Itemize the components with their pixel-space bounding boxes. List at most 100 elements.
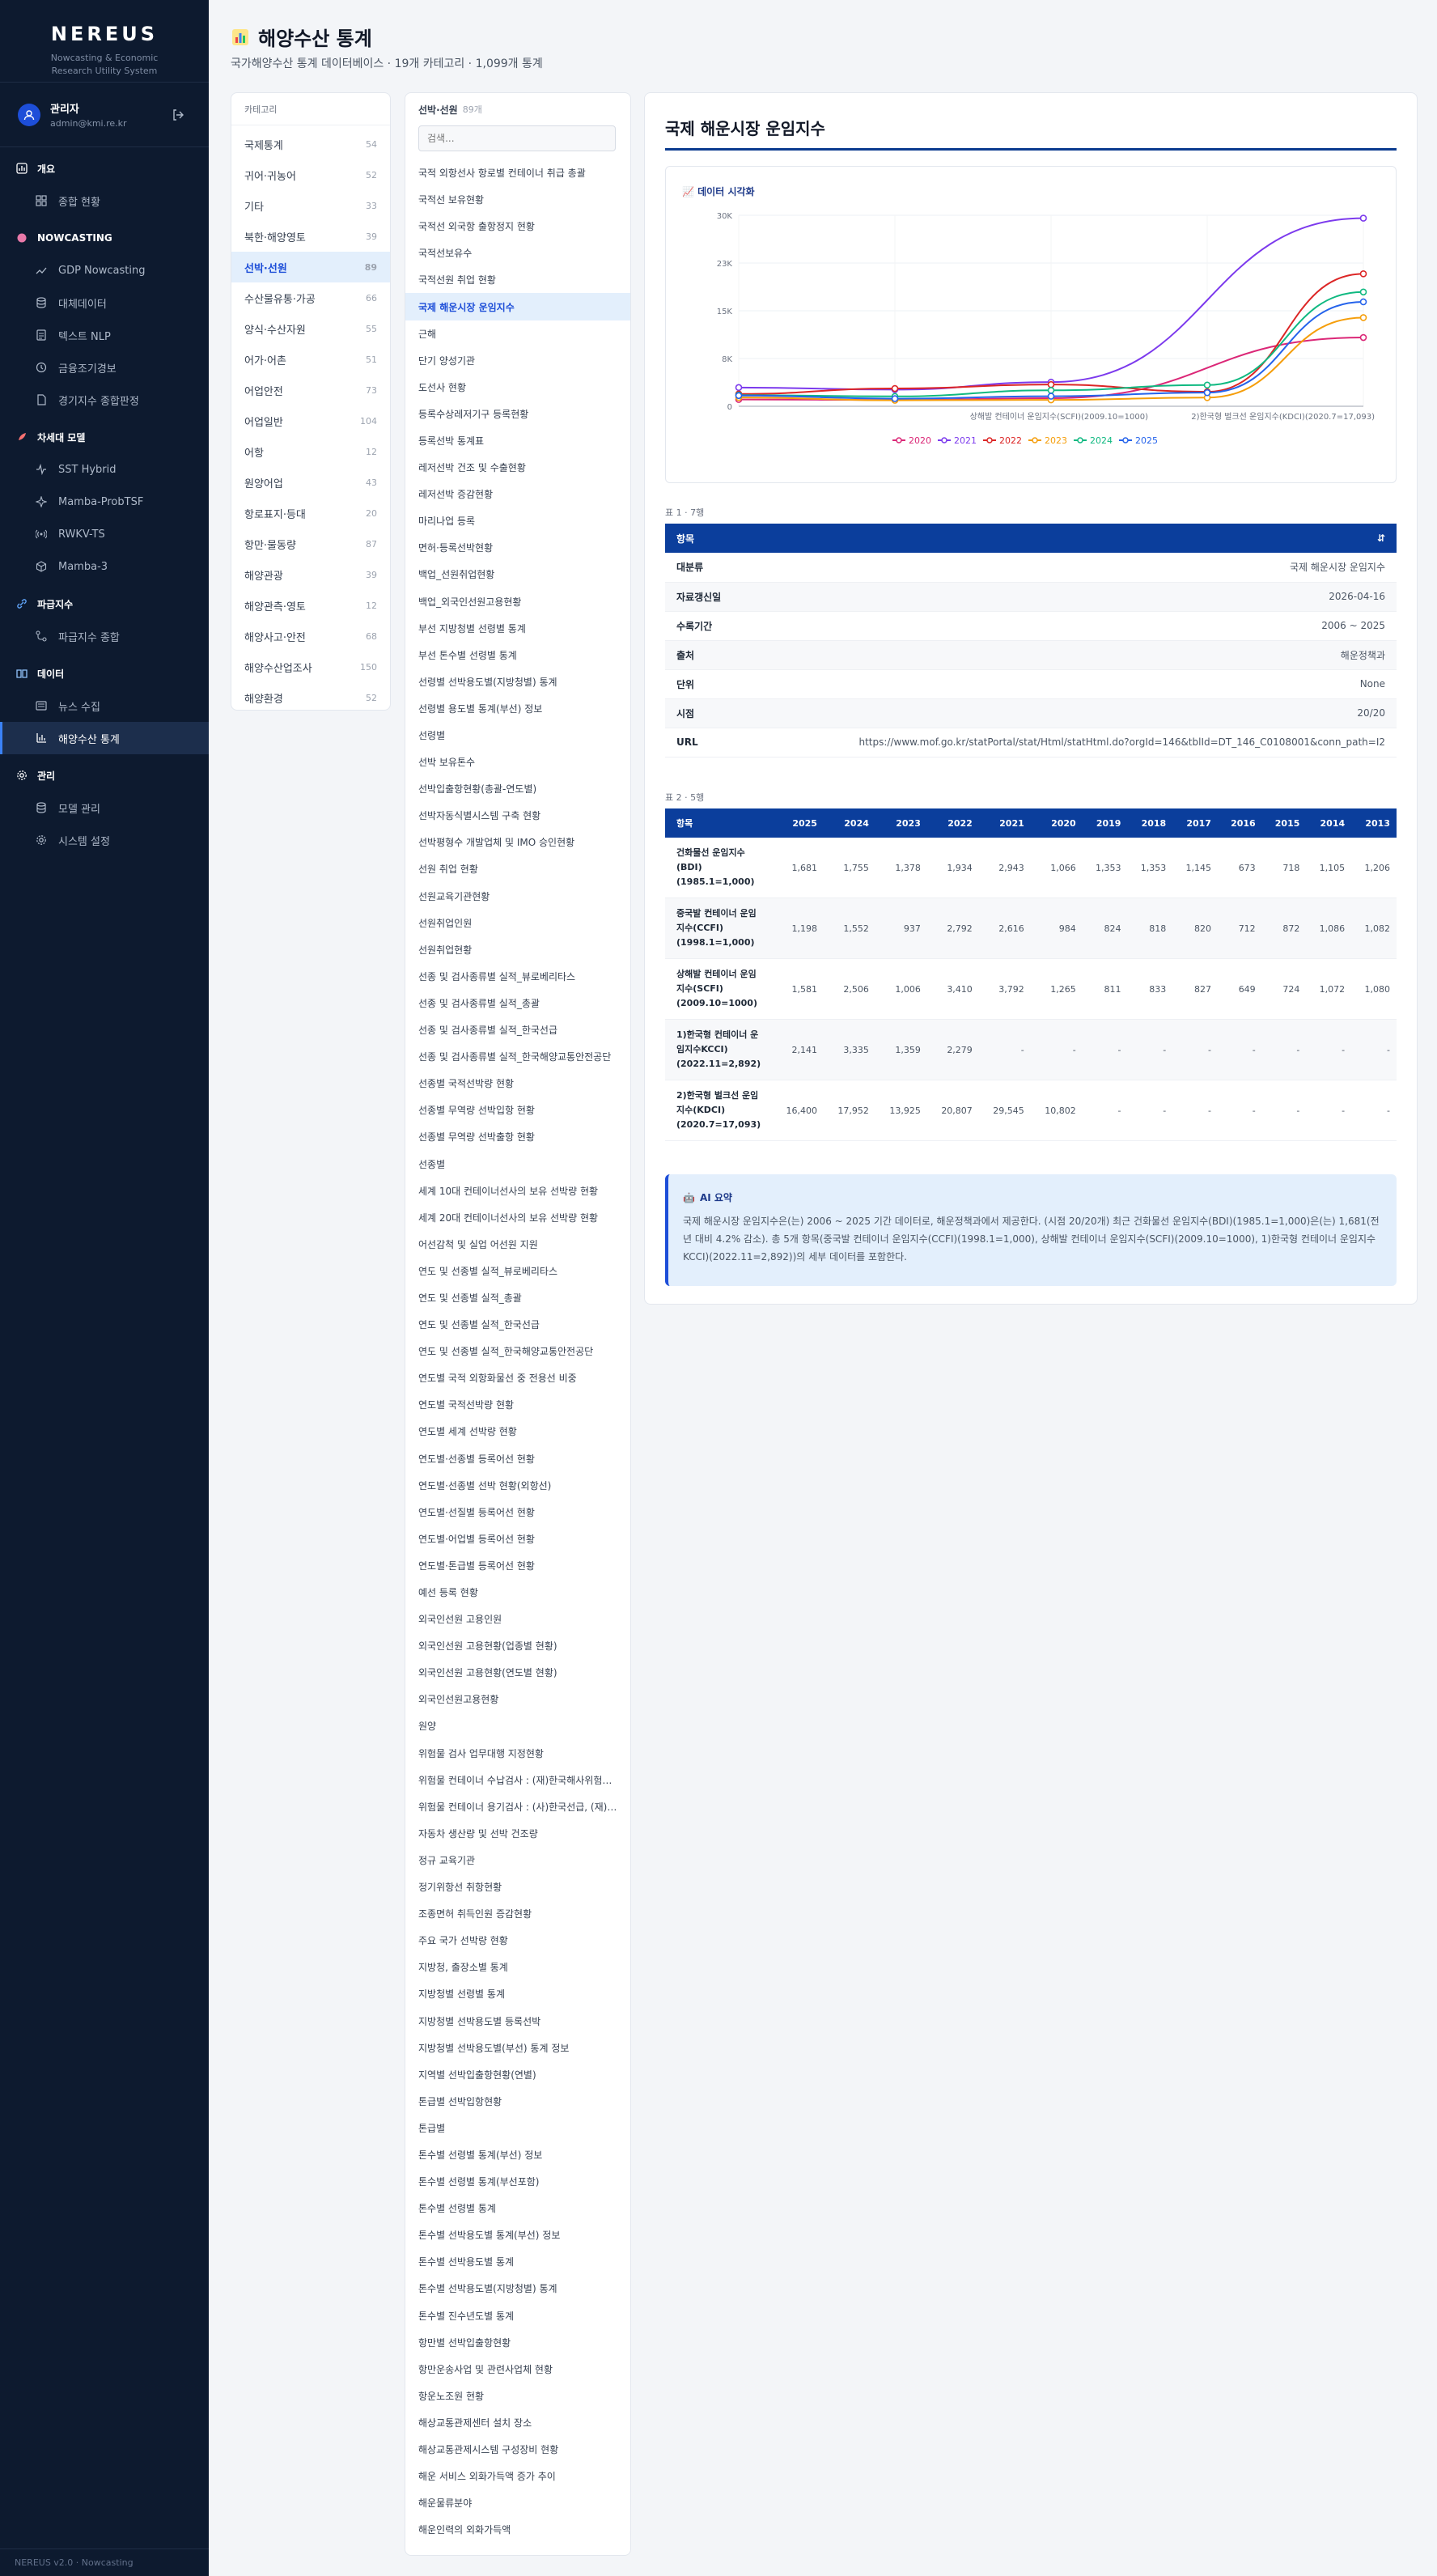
dataset-item[interactable]: 톤수별 선박용도별 통계 xyxy=(405,2248,630,2275)
data-point[interactable] xyxy=(735,384,743,392)
category-item[interactable]: 원양어업 43 xyxy=(231,467,390,498)
dataset-item[interactable]: 연도 및 선종별 실적_한국해양교통안전공단 xyxy=(405,1338,630,1364)
dataset-item[interactable]: 톤수별 선령별 통계(부선포함) xyxy=(405,2168,630,2195)
dataset-item[interactable]: 연도별·톤급별 등록어선 현황 xyxy=(405,1552,630,1579)
dataset-item[interactable]: 근해 xyxy=(405,320,630,347)
dataset-item[interactable]: 레저선박 증감현황 xyxy=(405,481,630,507)
dataset-item[interactable]: 예선 등록 현황 xyxy=(405,1579,630,1606)
dataset-item[interactable]: 등록선박 통계표 xyxy=(405,427,630,454)
dataset-item[interactable]: 선박자동식별시스템 구축 현황 xyxy=(405,802,630,829)
data-point[interactable] xyxy=(1359,270,1367,278)
data-point[interactable] xyxy=(1203,388,1211,397)
dataset-item[interactable]: 항만운송사업 및 관련사업체 현황 xyxy=(405,2356,630,2383)
dataset-item[interactable]: 톤급별 선박입항현황 xyxy=(405,2088,630,2115)
data-point[interactable] xyxy=(891,395,899,402)
dataset-item[interactable]: 레저선박 건조 및 수출현황 xyxy=(405,454,630,481)
dataset-item[interactable]: 연도별·어업별 등록어선 현황 xyxy=(405,1526,630,1552)
dataset-item[interactable]: 선령별 xyxy=(405,722,630,749)
category-item[interactable]: 양식·수산자원 55 xyxy=(231,313,390,344)
legend-label[interactable]: 2021 xyxy=(954,435,977,446)
dataset-item[interactable]: 선종별 국적선박량 현황 xyxy=(405,1070,630,1097)
nav-item[interactable]: Mamba-ProbTSF xyxy=(0,486,209,518)
dataset-item[interactable]: 연도별·선질별 등록어선 현황 xyxy=(405,1499,630,1526)
dataset-item[interactable]: 원양 xyxy=(405,1712,630,1739)
dataset-item[interactable]: 톤수별 선령별 통계(부선) 정보 xyxy=(405,2141,630,2168)
logout-icon[interactable] xyxy=(172,108,184,121)
dataset-item[interactable]: 연도별 국적 외항화물선 중 전용선 비중 xyxy=(405,1364,630,1391)
category-item[interactable]: 항만·물동량 87 xyxy=(231,528,390,559)
dataset-item[interactable]: 지방청별 선령별 통계 xyxy=(405,1980,630,2007)
dataset-item[interactable]: 선종별 무역량 선박입항 현황 xyxy=(405,1097,630,1123)
dataset-item[interactable]: 마리나업 등록 xyxy=(405,507,630,534)
category-item[interactable]: 북한·해양영토 39 xyxy=(231,221,390,252)
category-item[interactable]: 국제통계 54 xyxy=(231,129,390,159)
data-point[interactable] xyxy=(1047,380,1055,388)
data-point[interactable] xyxy=(1359,214,1367,222)
dataset-item[interactable]: 톤수별 선박용도별(지방청별) 통계 xyxy=(405,2275,630,2302)
nav-item[interactable]: 해양수산 통계 xyxy=(0,722,209,754)
data-point[interactable] xyxy=(891,384,899,393)
category-item[interactable]: 어항 12 xyxy=(231,436,390,467)
data-point[interactable] xyxy=(1047,393,1055,400)
dataset-item[interactable]: 지방청별 선박용도별 등록선박 xyxy=(405,2007,630,2034)
legend-label[interactable]: 2025 xyxy=(1135,435,1158,446)
dataset-item[interactable]: 연도 및 선종별 실적_총괄 xyxy=(405,1284,630,1311)
dataset-item[interactable]: 외국인선원 고용인원 xyxy=(405,1606,630,1632)
nav-item[interactable]: GDP Nowcasting xyxy=(0,254,209,286)
dataset-item[interactable]: 정규 교육기관 xyxy=(405,1847,630,1874)
dataset-item[interactable]: 외국인선원 고용현황(업종별 현황) xyxy=(405,1632,630,1659)
nav-item[interactable]: 모델 관리 xyxy=(0,791,209,824)
avatar[interactable] xyxy=(18,103,40,126)
legend-label[interactable]: 2022 xyxy=(999,435,1022,446)
nav-item[interactable]: 텍스트 NLP xyxy=(0,319,209,351)
dataset-item[interactable]: 선박평형수 개발업체 및 IMO 승인현황 xyxy=(405,829,630,855)
data-point[interactable] xyxy=(1359,298,1367,306)
category-item[interactable]: 수산물유통·가공 66 xyxy=(231,282,390,313)
dataset-item[interactable]: 위험물 컨테이너 수납검사 : (재)한국해사위험물검사원 xyxy=(405,1767,630,1793)
dataset-item[interactable]: 주요 국가 선박량 현황 xyxy=(405,1927,630,1954)
dataset-item[interactable]: 항만별 선박입출항현황 xyxy=(405,2329,630,2356)
category-item[interactable]: 해양관광 39 xyxy=(231,559,390,590)
dataset-item[interactable]: 세계 20대 컨테이너선사의 보유 선박량 현황 xyxy=(405,1204,630,1231)
dataset-item[interactable]: 외국인선원 고용현황(연도별 현황) xyxy=(405,1659,630,1686)
dataset-item[interactable]: 선종 및 검사종류별 실적_한국해양교통안전공단 xyxy=(405,1043,630,1070)
dataset-item[interactable]: 선종 및 검사종류별 실적_한국선급 xyxy=(405,1016,630,1043)
dataset-item[interactable]: 국적선원 취업 현황 xyxy=(405,266,630,293)
dataset-item[interactable]: 지방청별 선박용도별(부선) 통계 정보 xyxy=(405,2035,630,2061)
dataset-item[interactable]: 선종별 xyxy=(405,1150,630,1177)
data-point[interactable] xyxy=(735,392,743,400)
dataset-item[interactable]: 톤수별 선령별 통계 xyxy=(405,2195,630,2222)
category-item[interactable]: 해양관측·영토 12 xyxy=(231,590,390,621)
dataset-item[interactable]: 정기위항선 취항현황 xyxy=(405,1874,630,1900)
dataset-item[interactable]: 국적선 외국항 출항정지 현황 xyxy=(405,213,630,240)
dataset-item[interactable]: 연도 및 선종별 실적_한국선급 xyxy=(405,1311,630,1338)
dataset-item[interactable]: 선박 보유톤수 xyxy=(405,749,630,775)
dataset-item[interactable]: 외국인선원고용현황 xyxy=(405,1686,630,1712)
dataset-item[interactable]: 선종 및 검사종류별 실적_뷰로베리타스 xyxy=(405,963,630,990)
dataset-item[interactable]: 연도별 국적선박량 현황 xyxy=(405,1391,630,1418)
dataset-item[interactable]: 어선감척 및 실업 어선원 지원 xyxy=(405,1231,630,1258)
dataset-item[interactable]: 지역별 선박입출항현황(연별) xyxy=(405,2061,630,2088)
dataset-item[interactable]: 단기 양성기관 xyxy=(405,347,630,374)
dataset-item[interactable]: 자동차 생산량 및 선박 건조량 xyxy=(405,1820,630,1847)
category-item[interactable]: 선박·선원 89 xyxy=(231,252,390,282)
dataset-item[interactable]: 연도별 세계 선박량 현황 xyxy=(405,1418,630,1445)
dataset-item[interactable]: 항운노조원 현황 xyxy=(405,2383,630,2409)
data-point[interactable] xyxy=(1359,288,1367,296)
data-point[interactable] xyxy=(1359,314,1367,321)
dataset-item[interactable]: 선령별 용도별 통계(부선) 정보 xyxy=(405,695,630,722)
nav-item[interactable]: 시스템 설정 xyxy=(0,824,209,856)
dataset-item[interactable]: 도선사 현황 xyxy=(405,374,630,401)
dataset-item[interactable]: 해상교통관제센터 설치 장소 xyxy=(405,2409,630,2436)
category-item[interactable]: 어업일반 104 xyxy=(231,405,390,436)
dataset-item[interactable]: 위험물 컨테이너 용기검사 : (사)한국선급, (재)한국해사위험물검사원 xyxy=(405,1793,630,1820)
category-item[interactable]: 해양환경 52 xyxy=(231,682,390,713)
dataset-item[interactable]: 면허·등록선박현황 xyxy=(405,534,630,561)
dataset-item[interactable]: 국적 외항선사 항로별 컨테이너 취급 총괄 xyxy=(405,159,630,186)
dataset-item[interactable]: 톤수별 진수년도별 통계 xyxy=(405,2302,630,2329)
category-item[interactable]: 해양사고·안전 68 xyxy=(231,621,390,651)
dataset-item[interactable]: 선원교육기관현황 xyxy=(405,883,630,910)
dataset-item[interactable]: 부선 톤수별 선령별 통계 xyxy=(405,642,630,668)
data-point[interactable] xyxy=(1359,333,1367,342)
dataset-item[interactable]: 백업_외국인선원고용현황 xyxy=(405,588,630,615)
